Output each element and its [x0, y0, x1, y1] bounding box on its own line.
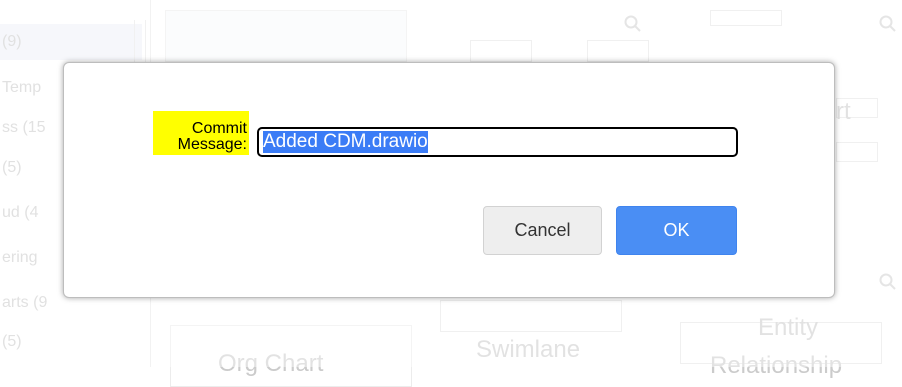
commit-message-input[interactable]: [257, 127, 738, 157]
commit-dialog: Commit Message: Cancel OK: [63, 62, 835, 298]
ok-button[interactable]: OK: [616, 206, 737, 255]
cancel-button[interactable]: Cancel: [483, 206, 602, 255]
commit-message-label: Commit Message:: [153, 111, 249, 155]
